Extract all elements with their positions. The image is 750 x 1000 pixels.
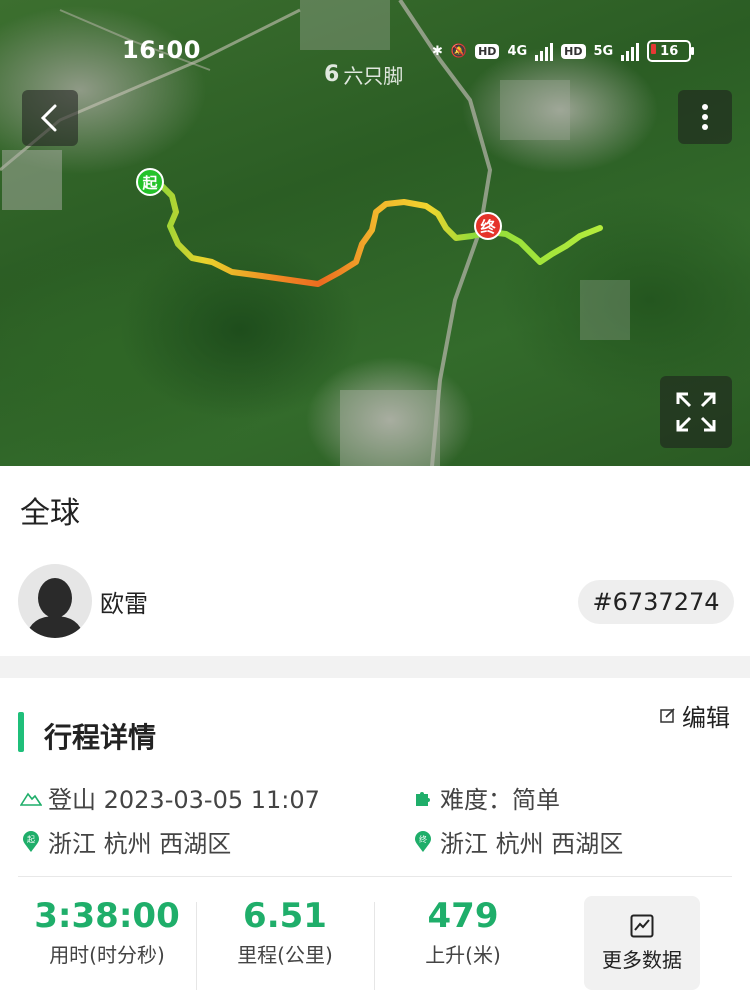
activity-info: 登山 2023-03-05 11:07 — [20, 780, 320, 815]
fullscreen-button[interactable] — [660, 376, 732, 448]
section-separator — [0, 656, 750, 678]
divider — [18, 876, 732, 877]
chart-icon — [630, 914, 654, 937]
end-location-info: 终 浙江 杭州 西湖区 — [412, 824, 623, 859]
difficulty-text: 难度：简单 — [440, 786, 560, 814]
bluetooth-icon: ✱ — [432, 43, 443, 59]
track-map[interactable]: 起 终 16:00 ✱ 🔕 HD 4G HD 5G 16 6 六只脚 — [0, 0, 750, 466]
start-location-icon: 起 — [20, 830, 42, 853]
edit-icon — [660, 707, 675, 723]
stats-row: 3:38:00 用时(时分秒) 6.51 里程(公里) 479 上升(米) 更多… — [0, 896, 750, 1000]
ascent-label: 上升(米) — [425, 942, 501, 967]
svg-text:终: 终 — [419, 834, 427, 844]
scope-label: 全球 — [20, 496, 80, 531]
more-options-button[interactable] — [678, 90, 732, 144]
section-accent-bar — [18, 712, 24, 752]
battery-level: 16 — [660, 43, 679, 59]
track-id-badge: #6737274 — [578, 580, 734, 624]
more-data-button[interactable]: 更多数据 — [584, 896, 700, 990]
status-icons: ✱ 🔕 HD 4G HD 5G 16 — [432, 36, 695, 66]
hd-icon-2: HD — [561, 43, 586, 59]
footprint-icon: 6 — [324, 62, 340, 87]
user-row: 欧雷 #6737274 — [0, 562, 750, 642]
signal-icon-2 — [621, 41, 640, 61]
network-4g-label: 4G — [507, 43, 528, 59]
status-time: 16:00 — [122, 36, 201, 64]
start-marker: 起 — [136, 168, 164, 196]
duration-value: 3:38:00 — [34, 896, 180, 936]
ascent-stat: 479 上升(米) — [374, 896, 552, 968]
distance-value: 6.51 — [243, 896, 327, 936]
more-data-label: 更多数据 — [602, 947, 682, 972]
difficulty-info: 难度：简单 — [412, 780, 560, 815]
ascent-value: 479 — [427, 896, 499, 936]
mountain-icon — [20, 787, 42, 809]
expand-icon — [676, 392, 716, 432]
signal-icon — [535, 41, 554, 61]
battery-icon: 16 — [647, 40, 695, 62]
duration-label: 用时(时分秒) — [49, 942, 165, 967]
section-title: 行程详情 — [44, 721, 157, 754]
chevron-left-icon — [40, 104, 57, 132]
network-5g-label: 5G — [593, 43, 614, 59]
svg-text:起: 起 — [27, 835, 35, 844]
edit-label: 编辑 — [682, 704, 730, 732]
duration-stat: 3:38:00 用时(时分秒) — [18, 896, 196, 968]
app-watermark: 6 六只脚 — [324, 60, 403, 89]
edit-button[interactable]: 编辑 — [660, 698, 730, 733]
end-location-icon: 终 — [412, 830, 434, 853]
watermark-text: 六只脚 — [343, 64, 404, 88]
start-location-info: 起 浙江 杭州 西湖区 — [20, 824, 231, 859]
end-location-text: 浙江 杭州 西湖区 — [440, 830, 624, 858]
distance-label: 里程(公里) — [237, 942, 333, 967]
puzzle-icon — [412, 787, 434, 809]
hd-icon: HD — [475, 43, 500, 59]
back-button[interactable] — [22, 90, 78, 146]
username[interactable]: 欧雷 — [100, 584, 148, 619]
more-vertical-icon — [702, 104, 708, 130]
end-marker: 终 — [474, 212, 502, 240]
activity-text: 登山 2023-03-05 11:07 — [48, 786, 320, 814]
start-location-text: 浙江 杭州 西湖区 — [48, 830, 232, 858]
distance-stat: 6.51 里程(公里) — [196, 896, 374, 968]
user-avatar-icon — [26, 578, 84, 638]
mute-icon: 🔕 — [450, 43, 468, 59]
avatar[interactable] — [18, 564, 92, 638]
